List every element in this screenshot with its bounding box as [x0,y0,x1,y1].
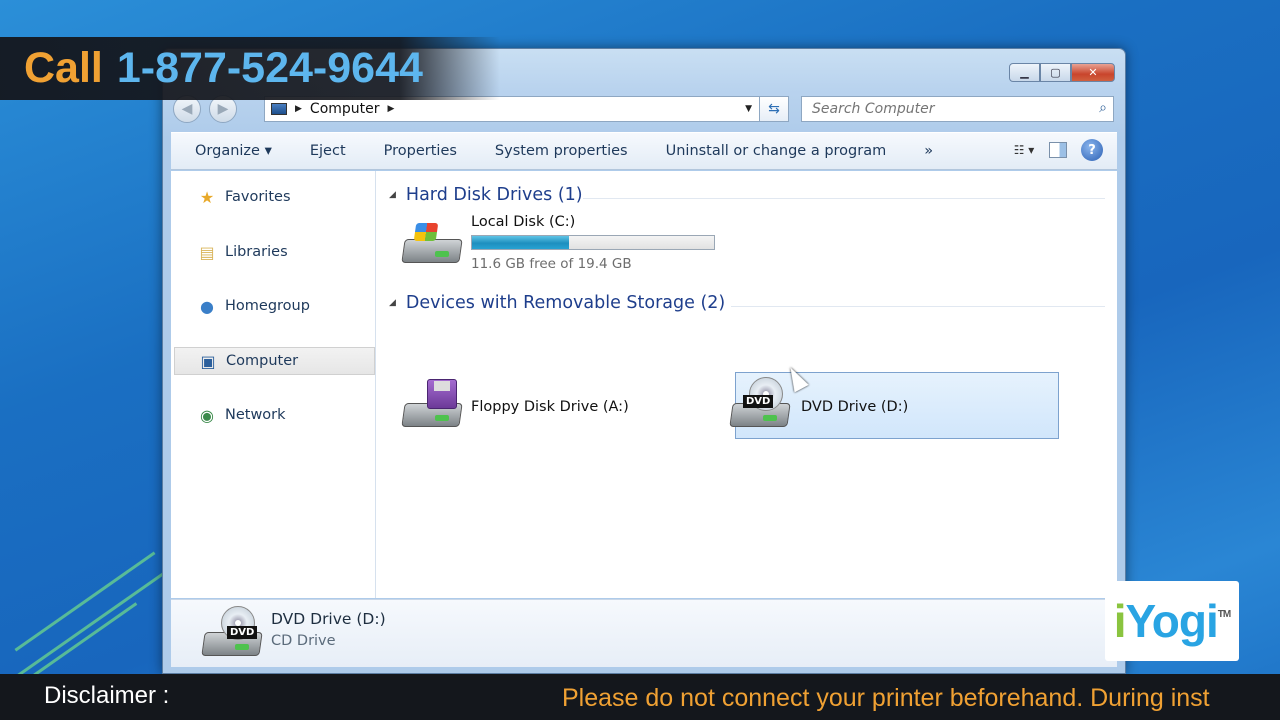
collapse-icon[interactable]: ◢ [389,298,396,308]
uninstall-program-button[interactable]: Uninstall or change a program [647,143,906,159]
libraries-icon: ▤ [199,242,215,262]
refresh-button[interactable]: ⇆ [759,96,789,122]
drive-name: DVD Drive (D:) [801,399,909,415]
group-header-removable[interactable]: ◢ Devices with Removable Storage (2) [389,293,725,313]
sidebar-item-label: Favorites [225,189,291,205]
sidebar-item-computer[interactable]: ▣ Computer [174,347,375,375]
explorer-window: ▁ ▢ ✕ ◀ ▶ ▶ Computer ▶ ▼ ⇆ ⌕ Organize ▾ … [162,48,1126,674]
search-box[interactable]: ⌕ [801,96,1114,122]
sidebar-item-homegroup[interactable]: ● Homegroup [174,292,375,320]
search-input[interactable] [812,101,1082,117]
close-button[interactable]: ✕ [1071,63,1115,82]
drive-floppy[interactable]: Floppy Disk Drive (A:) [401,377,629,437]
search-icon[interactable]: ⌕ [1099,100,1107,116]
call-label: Call [24,44,103,92]
eject-button[interactable]: Eject [291,143,365,159]
content-area: ★ Favorites ▤ Libraries ● Homegroup ▣ Co… [171,171,1117,598]
dvd-badge: DVD [743,395,774,408]
homegroup-icon: ● [200,296,214,316]
collapse-icon[interactable]: ◢ [389,190,396,200]
details-drive-type: CD Drive [271,633,336,649]
group-title: Hard Disk Drives (1) [405,185,583,205]
preview-pane-icon[interactable] [1049,142,1067,158]
disclaimer-ticker: Please do not connect your printer befor… [562,684,1210,712]
dvd-drive-icon: DVD [729,377,791,437]
sidebar-item-favorites[interactable]: ★ Favorites [174,183,375,211]
details-pane: DVD DVD Drive (D:) CD Drive [171,599,1117,667]
group-title: Devices with Removable Storage (2) [405,293,726,313]
drive-local-disk[interactable]: Local Disk (C:) 11.6 GB free of 19.4 GB [401,213,715,273]
disclaimer-label: Disclaimer : [44,682,170,709]
minimize-button[interactable]: ▁ [1009,63,1040,82]
divider [731,306,1105,307]
call-banner: Call 1-877-524-9644 [0,37,500,100]
more-commands-button[interactable]: » [905,143,952,159]
chevron-right-icon[interactable]: ▶ [295,104,302,114]
network-icon: ◉ [200,405,214,425]
sidebar-item-label: Homegroup [225,298,310,314]
phone-number: 1-877-524-9644 [116,44,423,92]
command-bar: Organize ▾ Eject Properties System prope… [171,132,1117,170]
computer-icon [271,103,287,115]
details-drive-name: DVD Drive (D:) [271,610,386,628]
breadcrumb-computer[interactable]: Computer [310,101,380,117]
chevron-down-icon[interactable]: ▼ [745,104,752,114]
sidebar-item-label: Libraries [225,244,288,260]
help-icon[interactable]: ? [1081,139,1103,161]
dvd-drive-icon: DVD [201,606,263,666]
disclaimer-bar: Disclaimer : Please do not connect your … [0,674,1280,720]
drive-free-space: 11.6 GB free of 19.4 GB [471,256,632,272]
hard-drive-icon [401,213,463,273]
organize-button[interactable]: Organize ▾ [171,143,291,159]
logo-text: iYogi [1113,595,1219,647]
trademark: TM [1217,608,1231,620]
disk-usage-bar [471,235,715,250]
desktop-light-streak [16,565,174,678]
sidebar-item-label: Network [225,407,286,423]
sidebar-item-network[interactable]: ◉ Network [174,401,375,429]
window-controls: ▁ ▢ ✕ [1009,63,1115,82]
change-view-icon[interactable]: ☷ ▾ [1013,139,1035,161]
properties-button[interactable]: Properties [365,143,476,159]
divider [583,198,1105,199]
navigation-pane: ★ Favorites ▤ Libraries ● Homegroup ▣ Co… [171,171,376,598]
floppy-drive-icon [401,377,463,437]
sidebar-item-label: Computer [226,353,299,369]
sidebar-item-libraries[interactable]: ▤ Libraries [174,238,375,266]
drive-name: Local Disk (C:) [471,214,576,230]
drive-dvd[interactable]: DVD DVD Drive (D:) [729,377,908,437]
disk-usage-fill [472,236,570,249]
maximize-button[interactable]: ▢ [1040,63,1071,82]
system-properties-button[interactable]: System properties [476,143,647,159]
computer-icon: ▣ [200,351,216,371]
refresh-icon: ⇆ [768,101,780,117]
chevron-right-icon[interactable]: ▶ [388,104,395,114]
iyogi-logo: iYogi TM [1105,581,1239,661]
drive-name: Floppy Disk Drive (A:) [471,399,629,415]
group-header-hard-disks[interactable]: ◢ Hard Disk Drives (1) [389,185,583,205]
dvd-badge: DVD [227,626,258,639]
view-controls: ☷ ▾ ? [999,139,1103,161]
star-icon: ★ [199,187,215,207]
